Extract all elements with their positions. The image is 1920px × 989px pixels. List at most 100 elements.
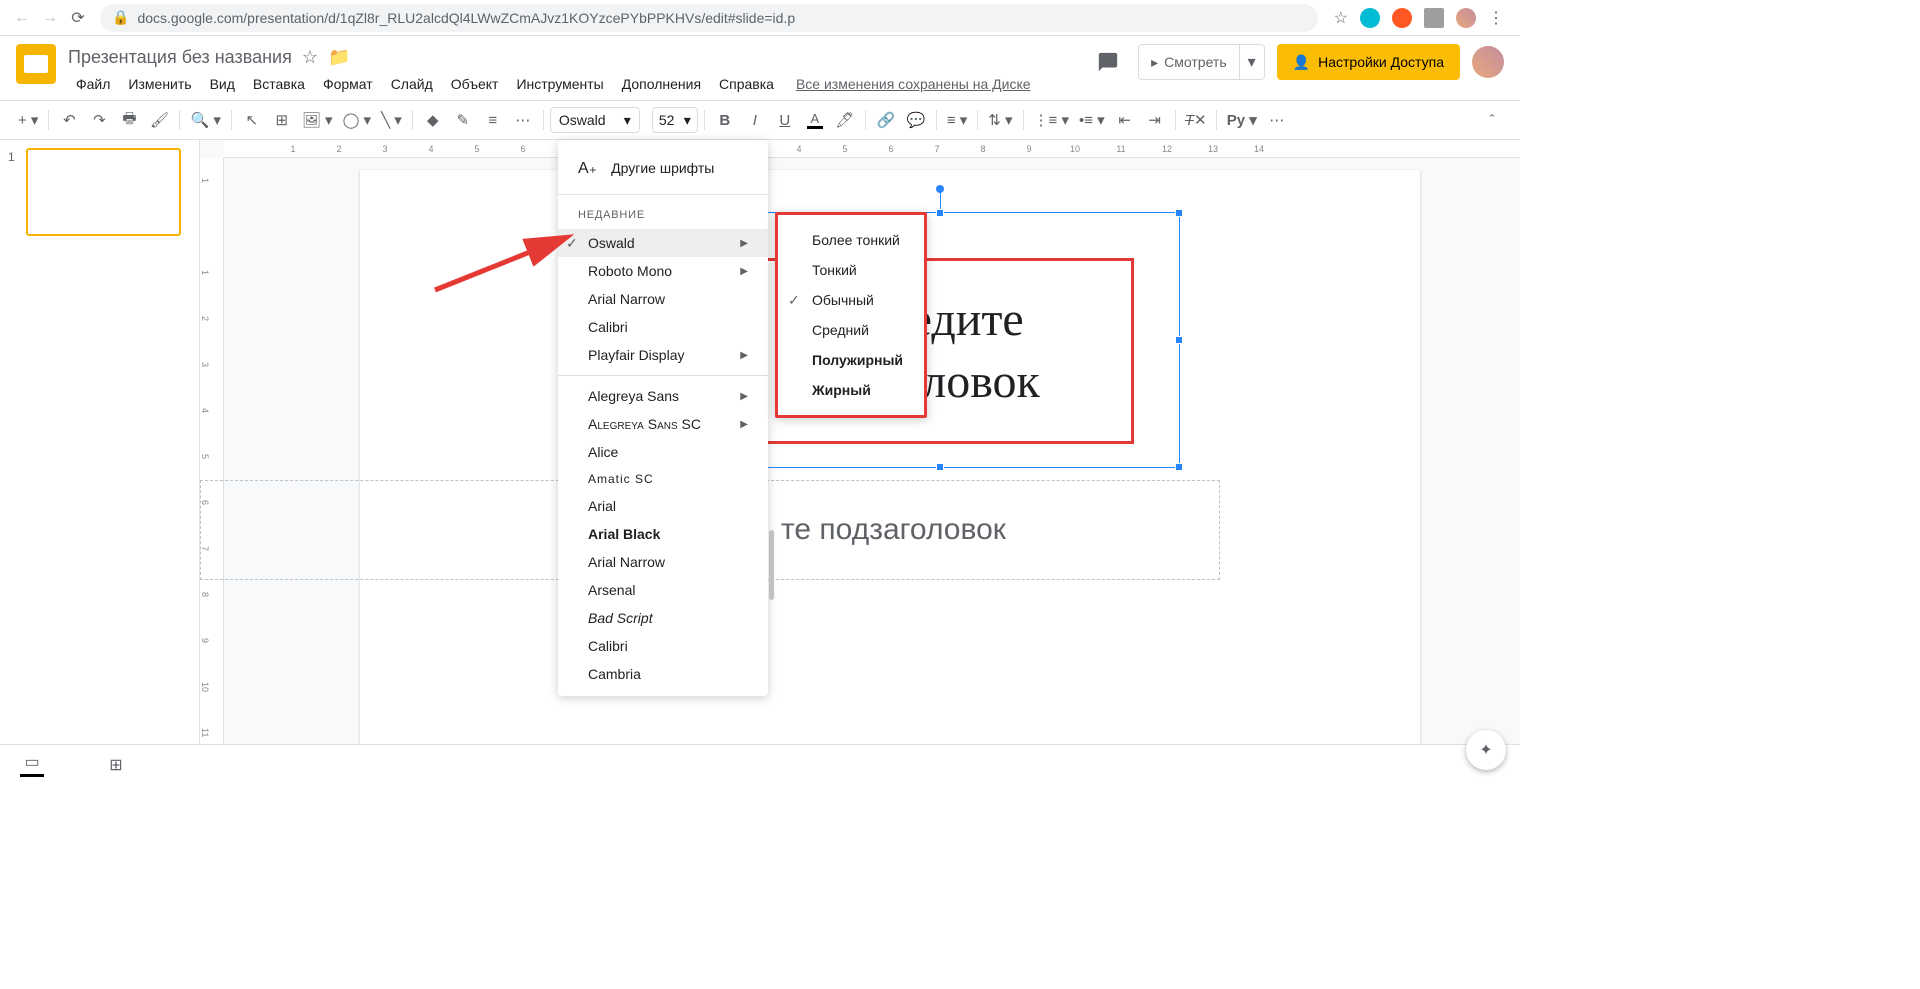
collapse-toolbar-button[interactable]: ˆ	[1478, 106, 1506, 134]
underline-button[interactable]: U	[771, 106, 799, 134]
font-weight-item[interactable]: Более тонкий	[778, 225, 924, 255]
font-item[interactable]: Arial Black	[558, 520, 768, 548]
font-weight-item[interactable]: Полужирный	[778, 345, 924, 375]
profile-avatar-icon[interactable]	[1456, 8, 1476, 28]
font-item[interactable]: Amatic SC	[558, 466, 768, 492]
slide-thumb-1[interactable]: 1	[8, 148, 191, 236]
menu-slide[interactable]: Слайд	[383, 72, 441, 96]
share-button[interactable]: 👤 Настройки Доступа	[1277, 44, 1460, 80]
comments-button[interactable]	[1090, 44, 1126, 80]
menu-addons[interactable]: Дополнения	[614, 72, 709, 96]
chrome-menu-icon[interactable]: ⋮	[1488, 8, 1504, 28]
paint-format-button[interactable]: 🖌	[145, 106, 173, 134]
user-avatar[interactable]	[1472, 46, 1504, 78]
present-button[interactable]: ▸Смотреть ▾	[1138, 44, 1265, 80]
new-slide-button[interactable]: + ▾	[14, 106, 42, 134]
menu-edit[interactable]: Изменить	[120, 72, 199, 96]
font-item-recent[interactable]: Playfair Display▶	[558, 341, 768, 369]
grid-view-button[interactable]: ⊞	[104, 753, 128, 777]
font-weight-item[interactable]: ✓Обычный	[778, 285, 924, 315]
font-family-selector[interactable]: Oswald▾	[550, 107, 640, 133]
menu-file[interactable]: Файл	[68, 72, 118, 96]
undo-button[interactable]: ↶	[55, 106, 83, 134]
folder-icon[interactable]: 📁	[328, 47, 350, 68]
nav-forward-button[interactable]: →	[36, 4, 64, 32]
font-item-recent[interactable]: Arial Narrow	[558, 285, 768, 313]
font-weight-item[interactable]: Тонкий	[778, 255, 924, 285]
extension-icon-1[interactable]	[1360, 8, 1380, 28]
menu-help[interactable]: Справка	[711, 72, 782, 96]
star-icon[interactable]: ☆	[302, 47, 318, 68]
italic-button[interactable]: I	[741, 106, 769, 134]
image-tool[interactable]: 🖼 ▾	[298, 106, 337, 134]
font-item[interactable]: Arial Narrow	[558, 548, 768, 576]
url-bar[interactable]: 🔒 docs.google.com/presentation/d/1qZl8r_…	[100, 4, 1318, 32]
print-button[interactable]: 🖶	[115, 106, 143, 134]
font-size-selector[interactable]: 52▾	[652, 107, 698, 133]
resize-handle[interactable]	[1175, 209, 1183, 217]
document-title[interactable]: Презентация без названия	[68, 47, 292, 68]
shape-tool[interactable]: ◯ ▾	[339, 106, 375, 134]
slides-logo[interactable]	[16, 44, 56, 84]
font-weight-item[interactable]: Жирный	[778, 375, 924, 405]
increase-indent-button[interactable]: ⇥	[1141, 106, 1169, 134]
fill-color-button[interactable]: ◆	[419, 106, 447, 134]
more-fonts-item[interactable]: A₊ Другие шрифты	[558, 148, 768, 188]
present-dropdown[interactable]: ▾	[1239, 45, 1264, 79]
explore-button[interactable]: ✦	[1466, 730, 1506, 770]
line-tool[interactable]: ╲ ▾	[377, 106, 406, 134]
menu-arrange[interactable]: Объект	[443, 72, 507, 96]
textbox-tool[interactable]: ⊞	[268, 106, 296, 134]
extension-icon-3[interactable]	[1424, 8, 1444, 28]
text-color-button[interactable]: A	[801, 106, 829, 134]
border-dash-button[interactable]: ⋯	[509, 106, 537, 134]
align-button[interactable]: ≡ ▾	[943, 106, 971, 134]
numbered-list-button[interactable]: ⋮≡ ▾	[1030, 106, 1073, 134]
font-item[interactable]: Alegreya Sans SC▶	[558, 410, 768, 438]
font-weight-submenu[interactable]: Более тонкийТонкий✓ОбычныйСреднийПолужир…	[775, 212, 927, 418]
font-item[interactable]: Arsenal	[558, 576, 768, 604]
input-tools-button[interactable]: Pу ▾	[1223, 106, 1261, 134]
font-item[interactable]: Alice	[558, 438, 768, 466]
more-button[interactable]: ⋯	[1263, 106, 1291, 134]
font-item[interactable]: Alegreya Sans▶	[558, 382, 768, 410]
decrease-indent-button[interactable]: ⇤	[1111, 106, 1139, 134]
font-family-menu[interactable]: A₊ Другие шрифты НЕДАВНИЕ ✓Oswald▶Roboto…	[558, 140, 768, 696]
extension-icon-2[interactable]	[1392, 8, 1412, 28]
slide-thumbnail[interactable]	[26, 148, 181, 236]
font-item[interactable]: Bad Script	[558, 604, 768, 632]
line-spacing-button[interactable]: ⇅ ▾	[984, 106, 1016, 134]
select-tool[interactable]: ↖	[238, 106, 266, 134]
bold-button[interactable]: B	[711, 106, 739, 134]
font-item-recent[interactable]: ✓Oswald▶	[558, 229, 768, 257]
font-item[interactable]: Cambria	[558, 660, 768, 688]
menu-insert[interactable]: Вставка	[245, 72, 313, 96]
slide-filmstrip[interactable]: 1	[0, 140, 200, 783]
rotate-handle[interactable]	[936, 185, 944, 193]
font-item-recent[interactable]: Roboto Mono▶	[558, 257, 768, 285]
resize-handle[interactable]	[936, 463, 944, 471]
resize-handle[interactable]	[1175, 336, 1183, 344]
menu-tools[interactable]: Инструменты	[508, 72, 611, 96]
menu-view[interactable]: Вид	[202, 72, 243, 96]
menu-format[interactable]: Формат	[315, 72, 381, 96]
font-item[interactable]: Arial	[558, 492, 768, 520]
menu-scrollbar[interactable]	[769, 530, 774, 600]
nav-back-button[interactable]: ←	[8, 4, 36, 32]
border-weight-button[interactable]: ≡	[479, 106, 507, 134]
comment-button[interactable]: 💬	[902, 106, 930, 134]
font-item[interactable]: Calibri	[558, 632, 768, 660]
save-status[interactable]: Все изменения сохранены на Диске	[796, 72, 1031, 96]
font-item-recent[interactable]: Calibri	[558, 313, 768, 341]
filmstrip-view-button[interactable]: ▭	[20, 753, 44, 777]
border-color-button[interactable]: ✎	[449, 106, 477, 134]
clear-format-button[interactable]: T✕	[1182, 106, 1210, 134]
redo-button[interactable]: ↷	[85, 106, 113, 134]
nav-reload-button[interactable]: ⟳	[64, 4, 92, 32]
bullet-list-button[interactable]: •≡ ▾	[1075, 106, 1109, 134]
resize-handle[interactable]	[1175, 463, 1183, 471]
star-icon[interactable]: ☆	[1334, 8, 1348, 28]
link-button[interactable]: 🔗	[872, 106, 900, 134]
highlight-button[interactable]: 🖊	[831, 106, 859, 134]
zoom-button[interactable]: 🔍 ▾	[186, 106, 224, 134]
